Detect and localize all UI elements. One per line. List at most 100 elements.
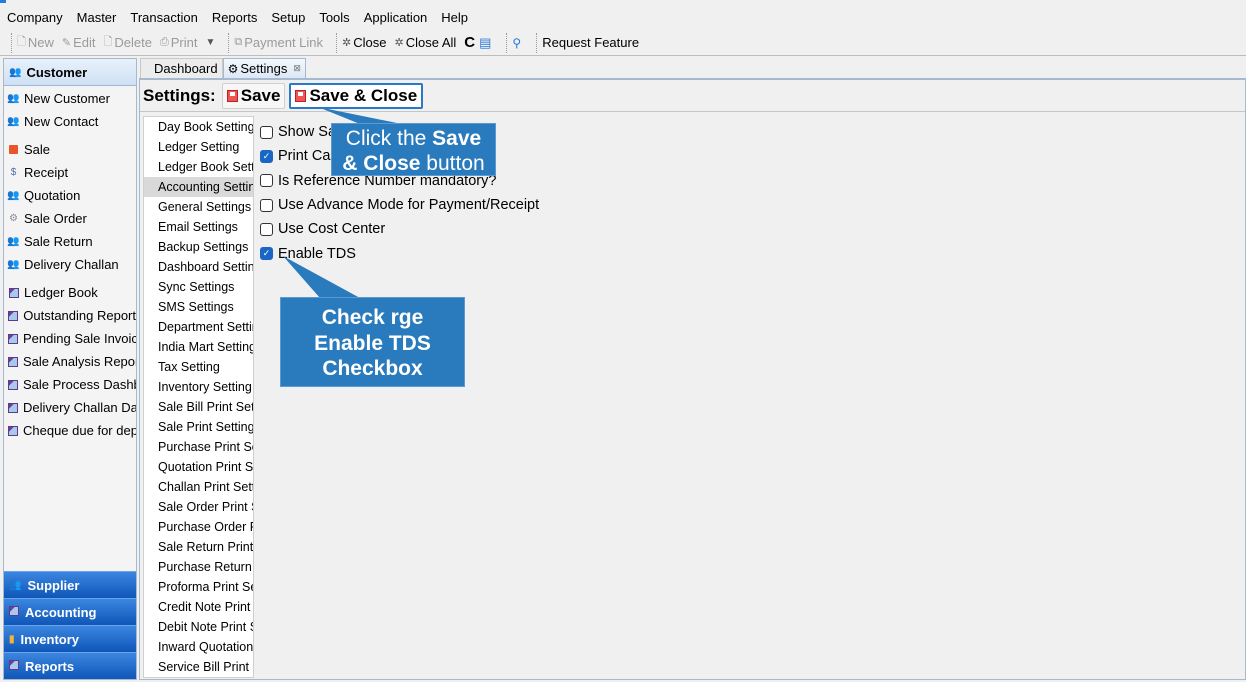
- person-icon: 👥: [7, 190, 20, 201]
- settings-category-item[interactable]: Service Bill Print Setting: [144, 657, 253, 677]
- menu-tools[interactable]: Tools: [319, 10, 349, 25]
- nav-item-sale-process-dashboard[interactable]: Sale Process Dashboard: [4, 373, 136, 396]
- settings-category-item[interactable]: Purchase Return Print Setting: [144, 557, 253, 577]
- settings-category-item[interactable]: Sale Bill Print Setting: [144, 397, 253, 417]
- nav-item-delivery-challan[interactable]: 👥 Delivery Challan: [4, 253, 136, 276]
- nav-item-delivery-challan-dashboard[interactable]: Delivery Challan Dashboard: [4, 396, 136, 419]
- nav-section-accounting[interactable]: Accounting: [4, 598, 136, 625]
- settings-category-item[interactable]: Purchase Print Setting: [144, 437, 253, 457]
- nav-item-new-customer[interactable]: 👥 New Customer: [4, 87, 136, 110]
- person-icon: 👥: [7, 236, 20, 247]
- menu-company[interactable]: Company: [7, 10, 63, 25]
- report-icon: [8, 333, 18, 344]
- nav-item-sale-order[interactable]: ⚙ Sale Order: [4, 207, 136, 230]
- settings-category-item[interactable]: Accounting Setting: [144, 177, 253, 197]
- settings-category-item[interactable]: Challan Print Setting: [144, 477, 253, 497]
- nav-item-receipt[interactable]: $ Receipt: [4, 161, 136, 184]
- edit-button[interactable]: ✎ Edit: [62, 35, 96, 50]
- settings-category-item[interactable]: Day Book Setting: [144, 117, 253, 137]
- settings-category-item[interactable]: Credit Note Print Setting: [144, 597, 253, 617]
- callout-save-close: Click the Save & Close button: [331, 123, 496, 176]
- option-label: Use Cost Center: [278, 221, 386, 238]
- settings-category-item[interactable]: Sale Print Setting: [144, 417, 253, 437]
- settings-category-item[interactable]: Sync Settings: [144, 277, 253, 297]
- nav-section-reports[interactable]: Reports: [4, 652, 136, 679]
- tab-dashboard[interactable]: Dashboard: [140, 58, 223, 78]
- search-icon: ⚲: [512, 35, 522, 50]
- nav-header-customer[interactable]: 👥 Customer: [4, 59, 136, 86]
- option-checkbox[interactable]: ✓: [260, 247, 273, 261]
- new-document-icon: 🗋: [17, 36, 26, 48]
- menu-setup[interactable]: Setup: [271, 10, 305, 25]
- report-icon: [8, 310, 19, 321]
- left-navigation: 👥 Customer 👥 New Customer 👥 New Contact Sa…: [3, 58, 137, 680]
- refresh-button[interactable]: C: [464, 34, 475, 51]
- print-button[interactable]: ⎙ Print: [160, 35, 198, 50]
- receipt-icon: $: [10, 167, 17, 178]
- delete-button[interactable]: 🗋 Delete: [104, 33, 152, 52]
- settings-category-item[interactable]: Quotation Print Setting: [144, 457, 253, 477]
- menu-reports[interactable]: Reports: [212, 10, 258, 25]
- nav-item-cheque-due[interactable]: Cheque due for deposit: [4, 419, 136, 442]
- settings-category-item[interactable]: Purchase Order Print Setting: [144, 517, 253, 537]
- new-button[interactable]: 🗋 New: [17, 33, 54, 52]
- payment-link-icon: ⧉: [234, 36, 243, 48]
- settings-category-item[interactable]: Dashboard Setting: [144, 257, 253, 277]
- settings-category-item[interactable]: Ledger Setting: [144, 137, 253, 157]
- settings-category-item[interactable]: Email Settings: [144, 217, 253, 237]
- nav-item-sale-return[interactable]: 👥 Sale Return: [4, 230, 136, 253]
- settings-category-item[interactable]: Backup Settings: [144, 237, 253, 257]
- nav-item-outstanding-report[interactable]: Outstanding Report: [4, 304, 136, 327]
- nav-section-inventory[interactable]: ▮ Inventory: [4, 625, 136, 652]
- settings-category-item[interactable]: General Settings: [144, 197, 253, 217]
- option-checkbox[interactable]: [260, 125, 273, 139]
- menu-transaction[interactable]: Transaction: [130, 10, 197, 25]
- request-feature-button[interactable]: Request Feature: [542, 35, 639, 50]
- settings-category-list: Day Book Setting Ledger Setting Ledger Boo…: [143, 116, 254, 678]
- close-tab-icon[interactable]: ⊠: [293, 63, 301, 74]
- settings-category-item[interactable]: Debit Note Print Setting: [144, 617, 253, 637]
- close-tab-icon: ✲: [342, 37, 352, 49]
- tab-settings[interactable]: ⚙ Settings ⊠: [222, 58, 306, 78]
- menu-help[interactable]: Help: [441, 10, 468, 25]
- settings-category-item[interactable]: Sale Order Print Setting: [144, 497, 253, 517]
- save-button[interactable]: Save: [221, 82, 286, 109]
- close-button[interactable]: ✲ Close: [342, 35, 386, 50]
- option-checkbox[interactable]: [260, 174, 273, 188]
- settings-category-item[interactable]: SMS Settings: [144, 297, 253, 317]
- nav-item-pending-sale-invoices[interactable]: Pending Sale Invoices: [4, 327, 136, 350]
- save-close-button[interactable]: Save & Close: [289, 82, 424, 109]
- settings-category-item[interactable]: Tax Setting: [144, 357, 253, 377]
- settings-category-item[interactable]: Inventory Setting: [144, 377, 253, 397]
- option-checkbox[interactable]: ✓: [260, 149, 273, 163]
- settings-category-item[interactable]: India Mart Setting: [144, 337, 253, 357]
- settings-category-item[interactable]: Ledger Book Setting: [144, 157, 253, 177]
- toolbar-separator: [11, 32, 12, 53]
- settings-category-item[interactable]: Proforma Print Setting: [144, 577, 253, 597]
- toolbar: 🗋 New ✎ Edit 🗋 Delete ⎙ Print ▼ ⧉ Payment Lin…: [0, 30, 1246, 56]
- nav-item-sale-analysis-report[interactable]: Sale Analysis Report: [4, 350, 136, 373]
- floppy-disk-icon: [226, 89, 238, 102]
- callout-enable-tds: Check rge Enable TDS Checkbox: [280, 297, 465, 387]
- settings-category-item[interactable]: Inward Quotation Print Setting: [144, 637, 253, 657]
- option-checkbox[interactable]: [260, 198, 273, 212]
- nav-item-quotation[interactable]: 👥 Quotation: [4, 184, 136, 207]
- settings-category-item[interactable]: Department Setting: [144, 317, 253, 337]
- nav-sections: 👥 Supplier Accounting ▮ Inventory Reports: [4, 571, 136, 679]
- payment-link-button[interactable]: ⧉ Payment Link: [234, 35, 323, 50]
- print-dropdown[interactable]: ▼: [205, 37, 215, 48]
- menu-application[interactable]: Application: [364, 10, 428, 25]
- settings-category-item[interactable]: Sale Return Print Setting: [144, 537, 253, 557]
- search-button[interactable]: ⚲: [512, 36, 523, 50]
- close-all-button[interactable]: ✲ Close All: [394, 35, 456, 50]
- menu-master[interactable]: Master: [77, 10, 117, 25]
- nav-item-sale[interactable]: Sale: [4, 138, 136, 161]
- option-checkbox[interactable]: [260, 222, 273, 236]
- nav-item-new-contact[interactable]: 👥 New Contact: [4, 110, 136, 133]
- calculator-button[interactable]: ▤: [479, 35, 493, 51]
- report-icon: [8, 402, 18, 413]
- menu-bar: Company Master Transaction Reports Setup…: [0, 6, 1246, 28]
- customer-icon: 👥: [9, 66, 22, 78]
- nav-item-ledger-book[interactable]: Ledger Book: [4, 281, 136, 304]
- nav-section-supplier[interactable]: 👥 Supplier: [4, 571, 136, 598]
